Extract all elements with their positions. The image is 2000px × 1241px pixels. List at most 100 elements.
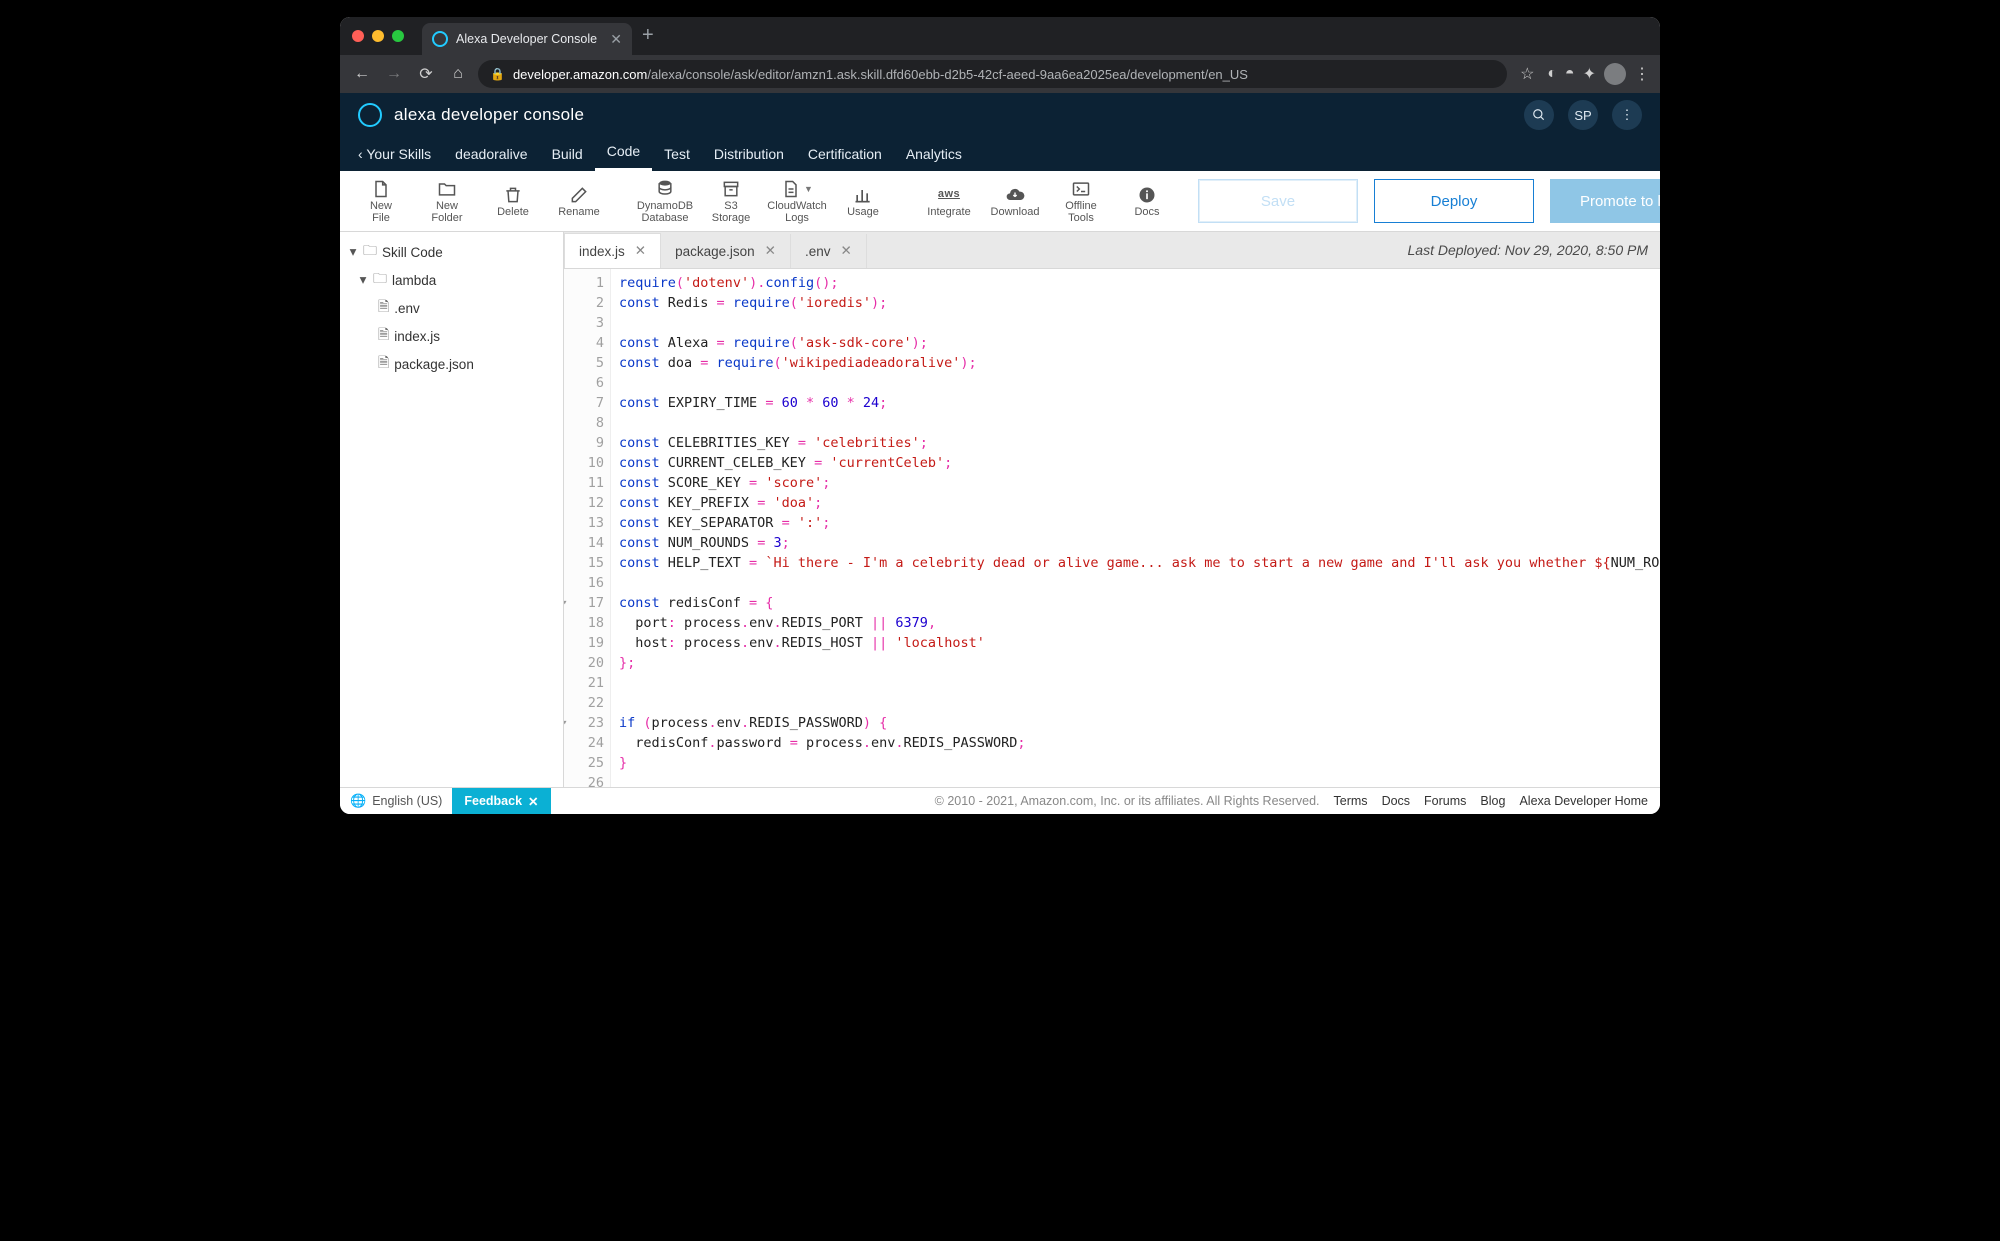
window-close[interactable] — [352, 30, 364, 42]
archive-icon — [721, 178, 741, 200]
extension-icon[interactable]: ◐ — [1547, 65, 1557, 83]
promote-button[interactable]: Promote to live — [1550, 179, 1660, 223]
nav-home-icon[interactable]: ⌂ — [446, 65, 470, 83]
url-text: developer.amazon.com/alexa/console/ask/e… — [513, 67, 1248, 82]
tool-rename[interactable]: Rename — [548, 182, 610, 220]
nav-forward-icon[interactable]: → — [382, 65, 406, 83]
save-button[interactable]: Save — [1198, 179, 1358, 223]
editor-tab-label: .env — [805, 244, 831, 259]
language-selector[interactable]: 🌐 English (US) — [340, 793, 452, 809]
line-gutter: 1234567891011121314151617181920212223242… — [564, 269, 611, 787]
close-tab-icon[interactable]: ✕ — [841, 243, 852, 259]
tree-file[interactable]: package.json — [344, 350, 559, 378]
tool-integrate[interactable]: awsIntegrate — [918, 182, 980, 220]
close-tab-icon[interactable]: ✕ — [765, 243, 776, 259]
nav-back-icon[interactable]: ← — [350, 65, 374, 83]
folder-icon — [373, 268, 387, 292]
tree-file[interactable]: .env — [344, 294, 559, 322]
tree-folder-lambda[interactable]: ▾ lambda — [344, 266, 559, 294]
tool-download[interactable]: Download — [984, 182, 1046, 220]
footer-link[interactable]: Alexa Developer Home — [1519, 794, 1648, 808]
search-button[interactable] — [1524, 100, 1554, 130]
tool-offline[interactable]: Offline Tools — [1050, 176, 1112, 226]
footer-link[interactable]: Blog — [1480, 794, 1505, 808]
folder-icon — [363, 240, 377, 264]
nav-build[interactable]: Build — [540, 146, 595, 171]
tree-file[interactable]: index.js — [344, 322, 559, 350]
extensions-puzzle-icon[interactable]: ✦ — [1583, 64, 1596, 84]
nav-certification[interactable]: Certification — [796, 146, 894, 171]
bookmark-star-icon[interactable]: ☆ — [1515, 64, 1539, 84]
tree-label: index.js — [394, 329, 440, 344]
lock-icon: 🔒 — [490, 67, 505, 81]
footer-link[interactable]: Docs — [1382, 794, 1410, 808]
nav-analytics[interactable]: Analytics — [894, 146, 974, 171]
nav-your-skills[interactable]: Your Skills — [346, 146, 443, 171]
feedback-label: Feedback — [464, 794, 522, 808]
tool-delete[interactable]: Delete — [482, 182, 544, 220]
editor-tab[interactable]: index.js ✕ — [564, 233, 661, 268]
nav-code[interactable]: Code — [595, 143, 652, 171]
chart-icon — [853, 184, 873, 206]
file-icon — [378, 296, 389, 320]
folder-icon — [437, 178, 457, 200]
window-minimize[interactable] — [372, 30, 384, 42]
nav-distribution[interactable]: Distribution — [702, 146, 796, 171]
footer-links: Terms Docs Forums Blog Alexa Developer Home — [1334, 794, 1648, 808]
nav-test[interactable]: Test — [652, 146, 702, 171]
code-editor[interactable]: 1234567891011121314151617181920212223242… — [564, 269, 1660, 787]
caret-down-icon: ▾ — [358, 272, 368, 288]
window-controls — [348, 17, 412, 55]
tree-label: package.json — [394, 357, 474, 372]
editor-tab[interactable]: package.json✕ — [661, 234, 791, 268]
tool-label: Docs — [1134, 206, 1159, 218]
footer-link[interactable]: Forums — [1424, 794, 1466, 808]
nav-deadoralive[interactable]: deadoralive — [443, 146, 539, 171]
tree-root[interactable]: ▾ Skill Code — [344, 238, 559, 266]
tool-label: Integrate — [927, 206, 970, 218]
close-icon[interactable]: ✕ — [528, 794, 538, 809]
tool-dynamodb[interactable]: DynamoDB Database — [634, 176, 696, 226]
editor-toolbar: New File New Folder Delete Rename DynamoDB D… — [340, 171, 1660, 232]
aws-icon: aws — [938, 184, 960, 206]
user-initials-badge[interactable]: SP — [1568, 100, 1598, 130]
tool-docs[interactable]: Docs — [1116, 182, 1178, 220]
tool-label: Rename — [558, 206, 600, 218]
url-input[interactable]: 🔒 developer.amazon.com/alexa/console/ask… — [478, 60, 1507, 88]
tool-label: New Folder — [431, 200, 462, 224]
browser-menu-icon[interactable]: ⋮ — [1634, 64, 1650, 84]
tool-cloudwatch[interactable]: ▼CloudWatch Logs — [766, 176, 828, 226]
language-label: English (US) — [372, 794, 442, 808]
chevron-down-icon: ▼ — [804, 184, 813, 194]
browser-tab-title: Alexa Developer Console — [456, 32, 602, 46]
tool-new[interactable]: New Folder — [416, 176, 478, 226]
editor-tab[interactable]: .env ✕ — [791, 234, 867, 268]
file-icon — [378, 324, 389, 348]
profile-avatar-icon[interactable] — [1604, 63, 1626, 85]
editor-column: index.js✕package.json✕.env✕Last Deployed… — [564, 232, 1660, 787]
header-menu-icon[interactable]: ⋮ — [1612, 100, 1642, 130]
new-tab-button[interactable]: + — [632, 20, 664, 55]
tree-label: Skill Code — [382, 245, 443, 260]
feedback-button[interactable]: Feedback ✕ — [452, 788, 550, 814]
extension-icon[interactable]: ◓ — [1565, 65, 1575, 83]
cloud-icon — [1004, 184, 1026, 206]
tree-label: lambda — [392, 273, 436, 288]
tool-s3[interactable]: S3 Storage — [700, 176, 762, 226]
nav-reload-icon[interactable]: ⟳ — [414, 64, 438, 84]
close-tab-icon[interactable]: ✕ — [610, 31, 622, 48]
window-maximize[interactable] — [392, 30, 404, 42]
console-title: alexa developer console — [394, 105, 584, 125]
browser-window: Alexa Developer Console ✕ + ← → ⟳ ⌂ 🔒 de… — [340, 17, 1660, 814]
browser-tab[interactable]: Alexa Developer Console ✕ — [422, 23, 632, 55]
editor-tab-label: index.js — [579, 244, 625, 259]
tool-label: DynamoDB Database — [637, 200, 693, 224]
copyright-text: © 2010 - 2021, Amazon.com, Inc. or its a… — [935, 794, 1320, 808]
footer-link[interactable]: Terms — [1334, 794, 1368, 808]
deploy-button[interactable]: Deploy — [1374, 179, 1534, 223]
terminal-icon — [1071, 178, 1091, 200]
code-content[interactable]: require('dotenv').config();const Redis =… — [611, 269, 1660, 787]
tool-usage[interactable]: Usage — [832, 182, 894, 220]
tool-new[interactable]: New File — [350, 176, 412, 226]
close-tab-icon[interactable]: ✕ — [635, 243, 646, 259]
